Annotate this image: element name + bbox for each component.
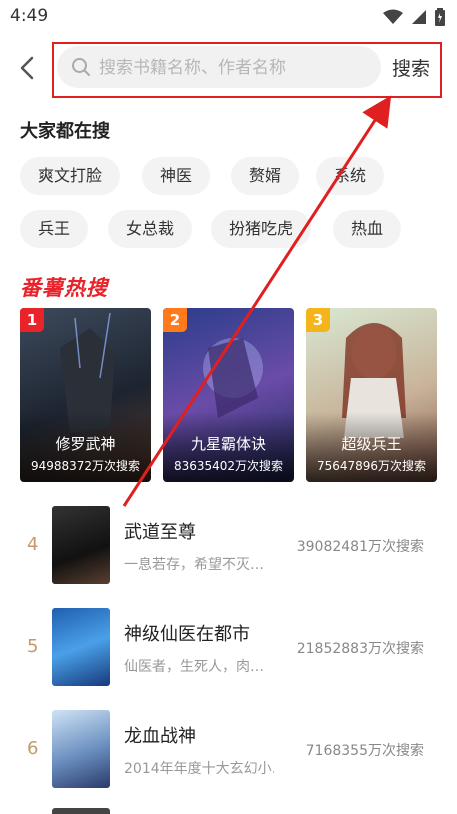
tag-item[interactable]: 赘婿 [231, 157, 300, 195]
signal-icon [412, 10, 426, 24]
rank-badge: 1 [20, 308, 44, 332]
book-cover-image [52, 506, 110, 584]
book-cover-image [52, 608, 110, 686]
back-arrow-icon[interactable] [16, 54, 40, 82]
status-bar: 4:49 [0, 0, 457, 34]
book-description: 一息若存，希望不灭… [124, 557, 264, 573]
search-count: 83635402万次搜索 [173, 459, 284, 473]
search-count: 94988372万次搜索 [30, 459, 141, 473]
top-book-card[interactable]: 1 修罗武神 94988372万次搜索 [20, 308, 151, 482]
hot-search-logo: 番薯热搜 [20, 276, 108, 300]
tag-item[interactable]: 爽文打脸 [20, 157, 121, 195]
search-bar: 搜索 [0, 44, 457, 92]
status-icons [383, 8, 445, 26]
section-title-hot-search: 大家都在搜 [20, 121, 110, 142]
search-count: 75647896万次搜索 [316, 459, 427, 473]
status-time: 4:49 [10, 6, 49, 26]
search-count: 39082481万次搜索 [296, 539, 424, 555]
tag-item[interactable]: 兵王 [20, 210, 89, 248]
book-description: 2014年年度十大玄幻小… [124, 761, 274, 777]
top-book-card[interactable]: 3 超级兵王 75647896万次搜索 [306, 308, 437, 482]
list-item[interactable]: 5 神级仙医在都市 仙医者，生死人，肉… 21852883万次搜索 [0, 608, 457, 696]
tag-item[interactable]: 扮猪吃虎 [211, 210, 312, 248]
rank-number: 5 [27, 636, 39, 657]
book-title: 武道至尊 [124, 522, 196, 543]
tag-item[interactable]: 女总裁 [108, 210, 193, 248]
book-title: 神级仙医在都市 [124, 624, 250, 645]
search-count: 21852883万次搜索 [296, 641, 424, 657]
list-item-peek [52, 808, 110, 814]
book-title: 龙血战神 [124, 726, 196, 747]
wifi-icon [383, 9, 403, 24]
search-icon [72, 58, 90, 76]
tag-item[interactable]: 热血 [333, 210, 402, 248]
book-title: 九星霸体诀 [190, 435, 266, 453]
search-input[interactable] [97, 52, 371, 84]
rank-number: 4 [27, 534, 39, 555]
book-cover-image [52, 710, 110, 788]
rank-number: 6 [27, 738, 39, 759]
rank-badge: 3 [306, 308, 330, 332]
tag-item[interactable]: 系统 [316, 157, 385, 195]
list-item[interactable]: 6 龙血战神 2014年年度十大玄幻小… 7168355万次搜索 [0, 710, 457, 798]
search-count: 7168355万次搜索 [305, 743, 424, 759]
book-title: 超级兵王 [341, 435, 402, 453]
rank-badge: 2 [163, 308, 187, 332]
tag-item[interactable]: 神医 [142, 157, 211, 195]
list-item[interactable]: 4 武道至尊 一息若存，希望不灭… 39082481万次搜索 [0, 506, 457, 594]
top-book-card[interactable]: 2 九星霸体诀 83635402万次搜索 [163, 308, 294, 482]
book-title: 修罗武神 [55, 435, 116, 453]
book-description: 仙医者，生死人，肉… [124, 659, 264, 675]
search-box[interactable] [57, 46, 381, 88]
battery-icon [435, 8, 445, 26]
search-button[interactable]: 搜索 [392, 54, 430, 81]
